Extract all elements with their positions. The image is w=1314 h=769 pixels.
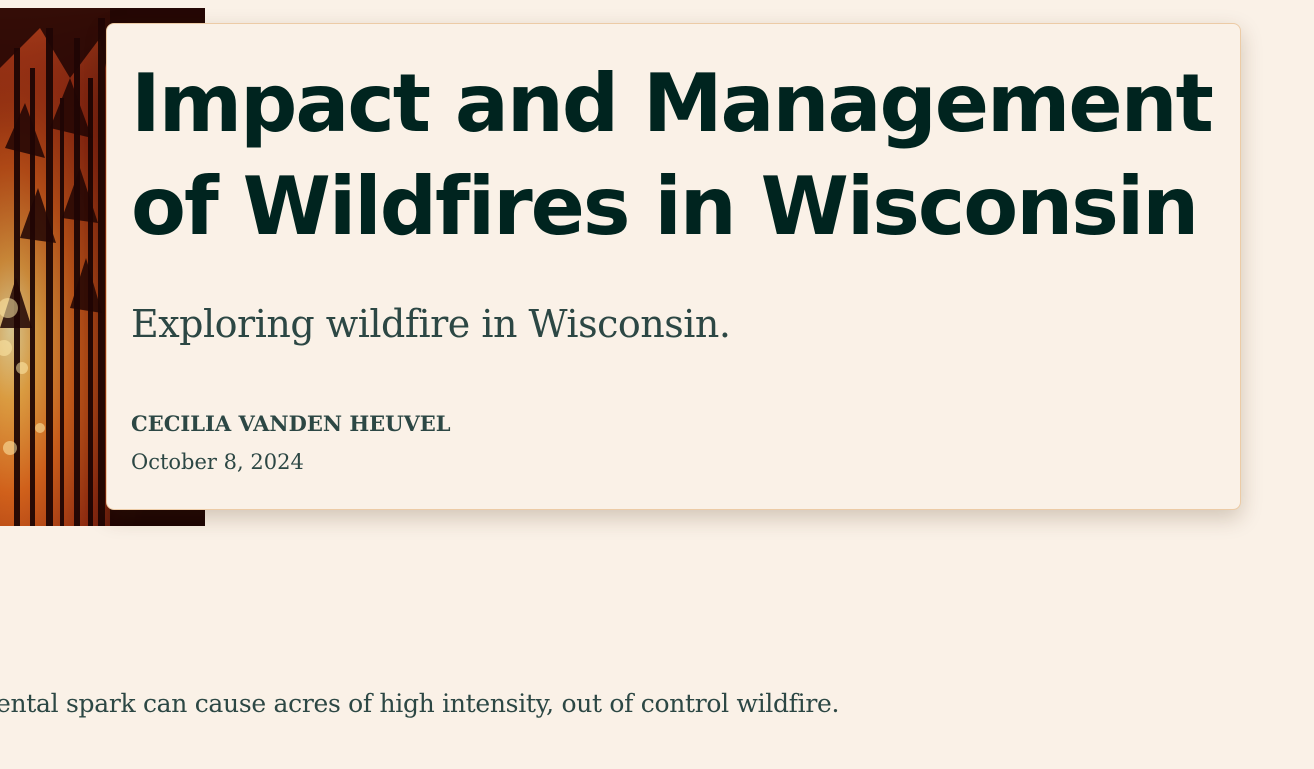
article-title-card: Impact and Management of Wildfires in Wi… bbox=[106, 23, 1241, 510]
article-author[interactable]: CECILIA VANDEN HEUVEL bbox=[131, 410, 1216, 438]
article-title: Impact and Management of Wildfires in Wi… bbox=[131, 52, 1216, 258]
article-title-line-1: Impact and Management bbox=[131, 57, 1214, 150]
article-subtitle: Exploring wildfire in Wisconsin. bbox=[131, 302, 731, 346]
article-body-text: ental spark can cause acres of high inte… bbox=[0, 689, 840, 718]
article-title-line-2: of Wildfires in Wisconsin bbox=[131, 160, 1199, 253]
article-date: October 8, 2024 bbox=[131, 450, 304, 474]
